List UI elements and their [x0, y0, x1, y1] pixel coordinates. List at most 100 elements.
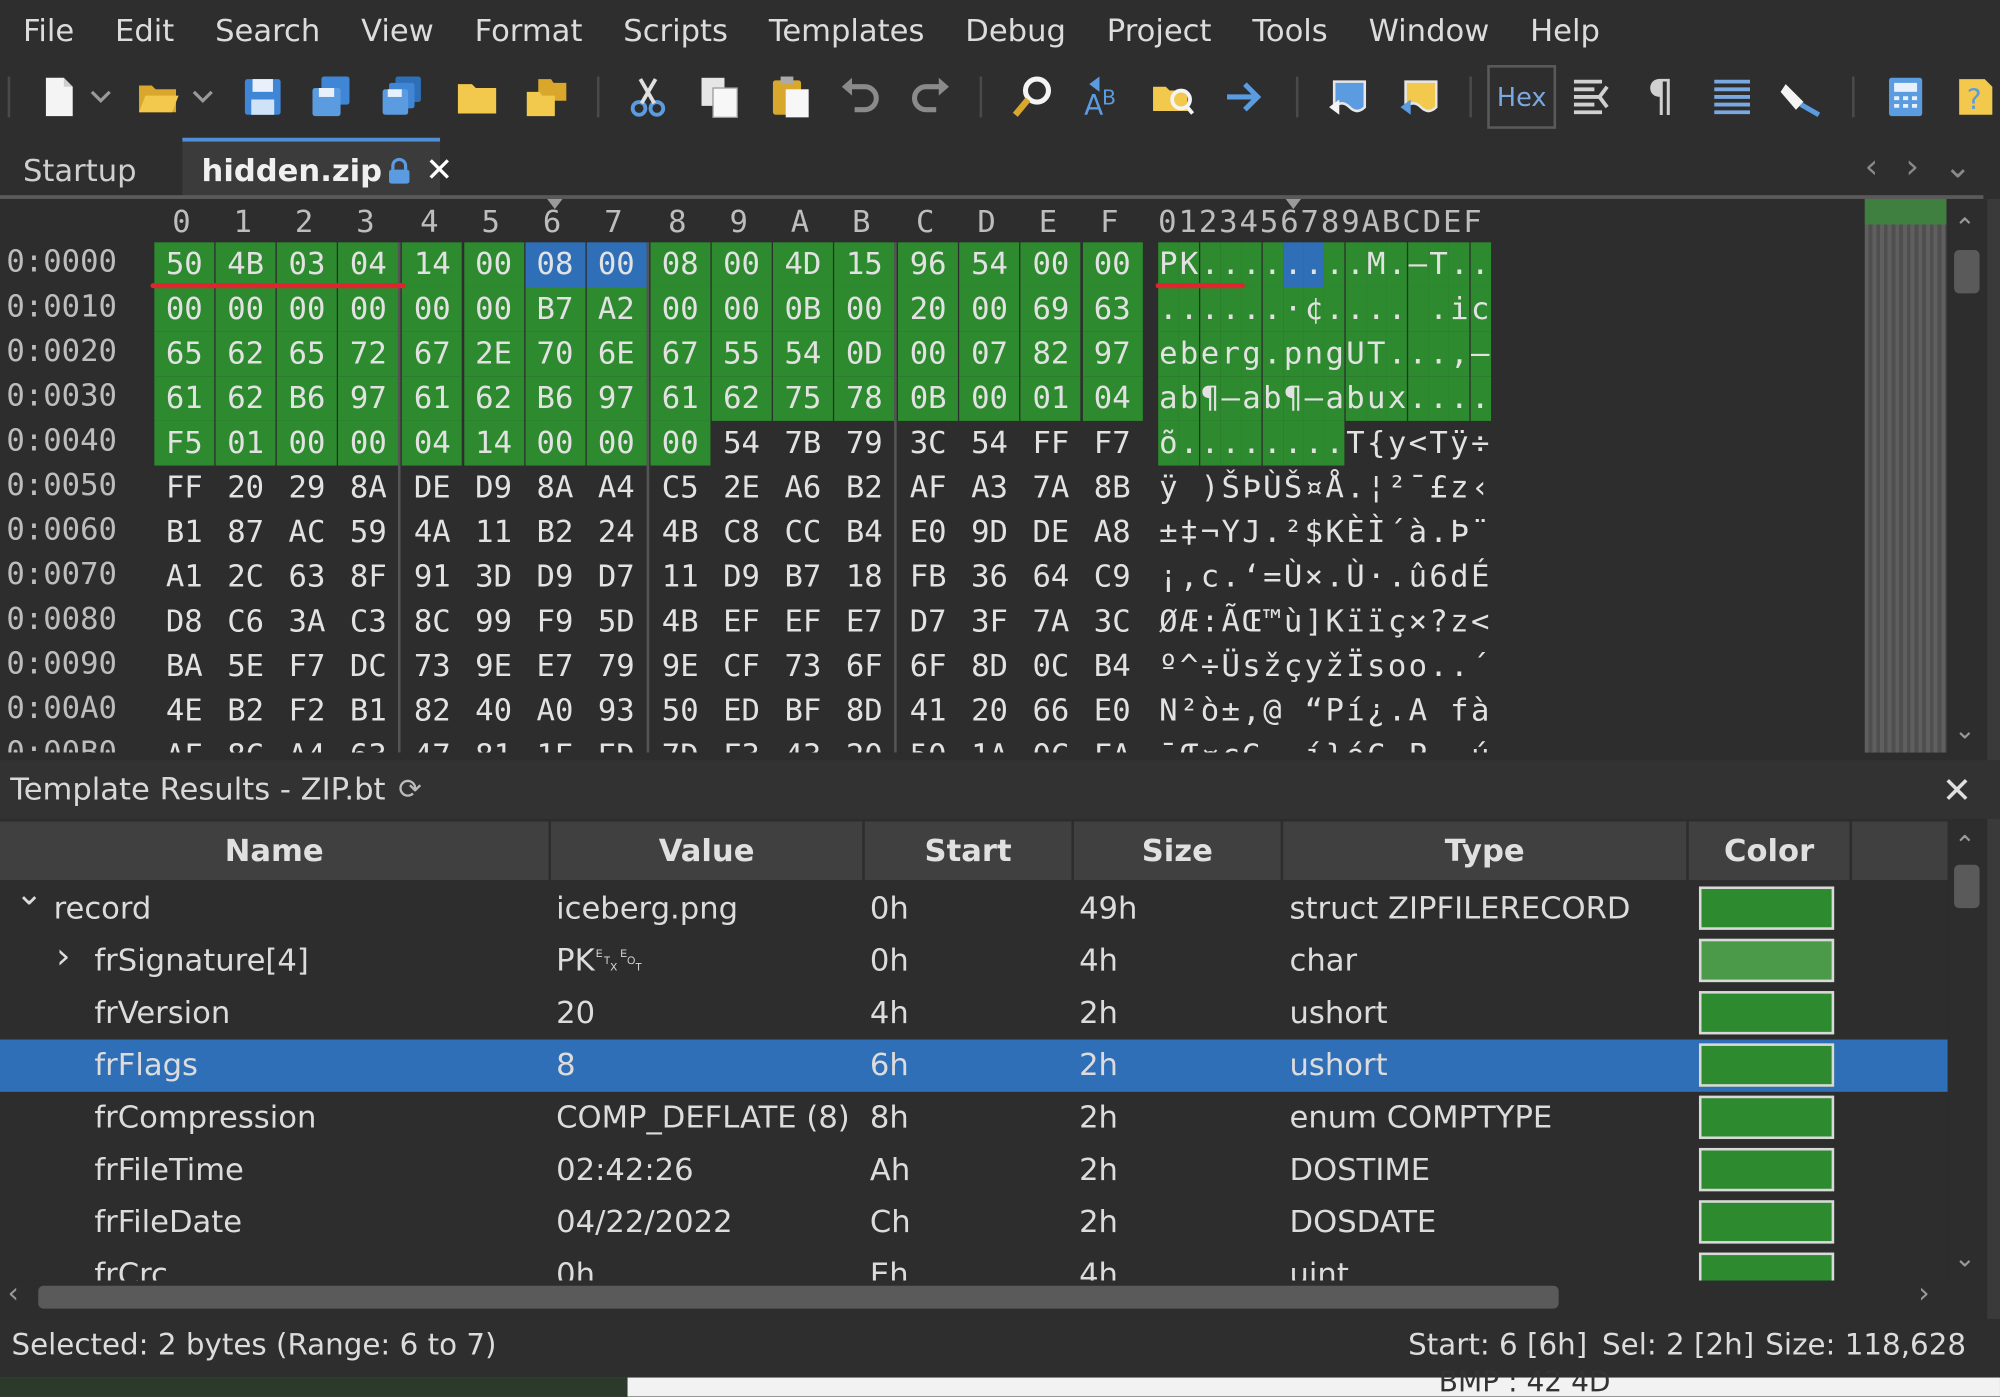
- scroll-down-icon[interactable]: ⌄: [1954, 1242, 1975, 1273]
- calculator-icon[interactable]: [1880, 71, 1931, 122]
- column-header-start[interactable]: Start: [865, 821, 1074, 881]
- scroll-left-icon[interactable]: ‹: [8, 1278, 19, 1310]
- hex-byte[interactable]: B4: [1082, 644, 1142, 689]
- hex-byte[interactable]: FF: [154, 466, 214, 511]
- hex-byte[interactable]: 4B: [650, 510, 710, 555]
- hex-byte[interactable]: 00: [898, 331, 959, 377]
- hex-byte[interactable]: 82: [402, 689, 462, 734]
- ascii-char[interactable]: ×: [1408, 599, 1428, 644]
- hex-byte[interactable]: 97: [586, 376, 647, 421]
- hex-byte[interactable]: F2: [277, 689, 337, 734]
- menu-window[interactable]: Window: [1369, 13, 1490, 49]
- ascii-char[interactable]: ç: [1283, 644, 1303, 689]
- hex-byte[interactable]: 9D: [960, 510, 1020, 555]
- hex-byte[interactable]: 67: [650, 331, 711, 377]
- ascii-char[interactable]: ±: [1158, 510, 1178, 555]
- hex-byte[interactable]: CC: [773, 510, 833, 555]
- ascii-char[interactable]: ^: [1179, 644, 1199, 689]
- hex-byte[interactable]: A3: [960, 466, 1020, 511]
- ascii-char[interactable]: n: [1303, 331, 1325, 377]
- run-template-icon[interactable]: [1395, 71, 1446, 122]
- hex-byte[interactable]: 00: [959, 286, 1020, 332]
- ascii-char[interactable]: ¶: [1282, 376, 1304, 421]
- hex-byte[interactable]: 61: [402, 376, 463, 421]
- ascii-char[interactable]: u: [1366, 376, 1387, 421]
- ascii-char[interactable]: g: [1241, 331, 1262, 377]
- hex-byte[interactable]: 00: [277, 286, 337, 332]
- hex-byte[interactable]: B7: [773, 555, 833, 600]
- open-dropdown-icon[interactable]: [189, 71, 217, 122]
- scroll-thumb[interactable]: [1954, 864, 1980, 909]
- hex-byte[interactable]: 66: [1021, 689, 1081, 734]
- ascii-char[interactable]: N: [1158, 689, 1178, 734]
- hex-byte[interactable]: 8A: [338, 466, 398, 511]
- ascii-char[interactable]: .: [1178, 420, 1200, 466]
- hex-byte[interactable]: 4E: [154, 689, 214, 734]
- hex-byte[interactable]: 50: [898, 733, 958, 752]
- hex-byte[interactable]: 63: [1082, 286, 1143, 332]
- minimap[interactable]: [1864, 198, 1947, 753]
- menu-help[interactable]: Help: [1530, 13, 1600, 49]
- ascii-char[interactable]: ž: [1262, 644, 1282, 689]
- hex-byte[interactable]: 20: [898, 286, 959, 332]
- ascii-char[interactable]: z: [1449, 599, 1469, 644]
- ascii-char[interactable]: ÿ: [1158, 466, 1178, 511]
- ascii-char[interactable]: í: [1304, 733, 1324, 752]
- ascii-char[interactable]: b: [1262, 376, 1283, 421]
- hex-byte[interactable]: 8D: [960, 644, 1020, 689]
- hex-byte[interactable]: A8: [1082, 510, 1142, 555]
- hex-byte[interactable]: F7: [1082, 421, 1142, 466]
- hex-byte[interactable]: 4B: [215, 242, 276, 287]
- ascii-char[interactable]: Ù: [1345, 555, 1365, 600]
- ascii-char[interactable]: ¯: [1158, 733, 1178, 752]
- ascii-char[interactable]: {: [1366, 421, 1386, 466]
- ascii-char[interactable]: .: [1199, 286, 1221, 332]
- tab-hidden-zip[interactable]: hidden.zip ✕: [182, 137, 453, 199]
- menu-scripts[interactable]: Scripts: [623, 13, 728, 49]
- new-file-icon[interactable]: [33, 71, 84, 122]
- paste-icon[interactable]: [765, 71, 816, 122]
- hex-byte[interactable]: B6: [524, 376, 585, 421]
- new-dropdown-icon[interactable]: [87, 71, 115, 122]
- ascii-char[interactable]: Þ: [1241, 466, 1261, 511]
- hex-byte[interactable]: 3D: [464, 555, 524, 600]
- ascii-char[interactable]: .: [1262, 733, 1282, 752]
- hex-byte[interactable]: 3C: [898, 421, 958, 466]
- ascii-char[interactable]: .: [1345, 466, 1365, 511]
- ascii-char[interactable]: J: [1241, 510, 1261, 555]
- hex-byte[interactable]: 0B: [898, 376, 959, 421]
- menu-debug[interactable]: Debug: [965, 13, 1066, 49]
- hex-byte[interactable]: 7A: [1021, 466, 1081, 511]
- hex-byte[interactable]: 11: [464, 510, 524, 555]
- ascii-char[interactable]: .: [1386, 331, 1408, 377]
- ascii-char[interactable]: .: [1386, 286, 1408, 332]
- menu-edit[interactable]: Edit: [115, 13, 174, 49]
- ascii-char[interactable]: ž: [1324, 644, 1344, 689]
- ascii-char[interactable]: .: [1303, 242, 1325, 287]
- hex-byte[interactable]: 70: [524, 331, 585, 377]
- ascii-char[interactable]: .: [1282, 420, 1304, 466]
- hex-byte[interactable]: 50: [650, 689, 710, 734]
- hex-byte[interactable]: 00: [650, 286, 711, 332]
- ascii-char[interactable]: .: [1387, 689, 1407, 734]
- menu-tools[interactable]: Tools: [1252, 13, 1327, 49]
- ascii-char[interactable]: È: [1345, 510, 1365, 555]
- save-as-icon[interactable]: [306, 71, 357, 122]
- ascii-char[interactable]: ï: [1345, 599, 1365, 644]
- ascii-char[interactable]: ¢: [1303, 286, 1325, 332]
- hex-byte[interactable]: 40: [464, 689, 524, 734]
- ascii-char[interactable]: .: [1324, 242, 1345, 287]
- ascii-char[interactable]: ´: [1387, 510, 1407, 555]
- column-header-value[interactable]: Value: [551, 821, 865, 881]
- hex-byte[interactable]: 3F: [960, 599, 1020, 644]
- hex-byte[interactable]: A4: [586, 466, 646, 511]
- hex-byte[interactable]: 1A: [960, 733, 1020, 752]
- hex-byte[interactable]: 03: [277, 242, 337, 287]
- ascii-char[interactable]: .: [1428, 644, 1448, 689]
- ascii-char[interactable]: r: [1220, 331, 1241, 377]
- ascii-char[interactable]: ú: [1470, 733, 1490, 752]
- ascii-char[interactable]: .: [1345, 286, 1366, 332]
- ascii-char[interactable]: ¨: [1470, 510, 1490, 555]
- close-tab-icon[interactable]: ✕: [425, 151, 453, 189]
- ascii-char[interactable]: .: [1387, 555, 1407, 600]
